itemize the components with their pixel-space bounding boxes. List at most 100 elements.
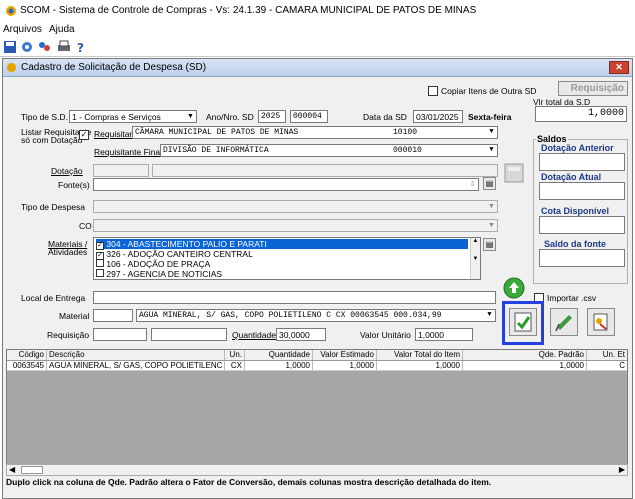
cell-un: CX	[225, 361, 245, 370]
col-codigo[interactable]: Código	[7, 350, 47, 360]
tipo-sd-label: Tipo de S.D.	[21, 112, 68, 122]
vlr-total-field: 1,0000	[535, 106, 627, 122]
cell-descricao: AGUA MINERAL, S/ GAS, COPO POLIETILENC	[47, 361, 225, 370]
listar-dotacao-checkbox[interactable]: ✓	[79, 130, 89, 140]
requisitante-final-select[interactable]: DIVISÃO DE INFORMÁTICA 000010 ▼	[160, 144, 498, 157]
document-icon	[593, 313, 608, 331]
scroll-thumb[interactable]	[21, 466, 43, 474]
dotacao-anterior-label: Dotação Anterior	[540, 143, 615, 153]
arrow-up-icon[interactable]	[503, 277, 525, 299]
list-scrollbar[interactable]: ▲ ▼	[470, 238, 480, 279]
col-quantidade[interactable]: Quantidade	[245, 350, 313, 360]
quantidade-label: Quantidade	[232, 330, 276, 340]
edit-item-button[interactable]	[550, 308, 578, 336]
cota-disponivel-label: Cota Disponível	[540, 206, 611, 216]
atividades-label: Atividades	[48, 247, 88, 257]
tipo-despesa-select[interactable]: ▼	[93, 200, 498, 213]
material-code-field[interactable]	[93, 309, 133, 322]
dotacao-atual-field	[539, 182, 625, 200]
settings-icon[interactable]	[20, 40, 34, 54]
edit-item-icon	[555, 315, 572, 332]
tipo-despesa-label: Tipo de Despesa	[21, 202, 85, 212]
col-descricao[interactable]: Descrição	[47, 350, 225, 360]
dotacao-atual-label: Dotação Atual	[540, 172, 603, 182]
dotacao-desc-field	[152, 164, 498, 177]
scroll-left-icon[interactable]: ◀	[9, 465, 15, 474]
requisicao-field[interactable]	[93, 328, 147, 341]
fonte-list-button[interactable]: ▤	[483, 177, 496, 190]
col-valor-total[interactable]: Valor Total do Item	[377, 350, 463, 360]
table-row[interactable]: 0063545 AGUA MINERAL, S/ GAS, COPO POLIE…	[7, 361, 627, 371]
cell-qde-padrao: 1,0000	[463, 361, 587, 370]
list-item[interactable]: ✓ 304 - ABASTECIMENTO PALIO E PARATI	[96, 239, 468, 250]
dotacao-field	[93, 164, 149, 177]
list-item[interactable]: 106 - ADOÇÃO DE PRAÇA	[96, 259, 210, 269]
requisicao-desc-field[interactable]	[151, 328, 227, 341]
items-table[interactable]: Código Descrição Un. Quantidade Valor Es…	[6, 349, 628, 475]
data-sd-field[interactable]: 03/01/2025	[413, 110, 463, 123]
cell-valor-total: 1,0000	[377, 361, 463, 370]
saldo-fonte-label: Saldo da fonte	[543, 239, 608, 249]
scroll-right-icon[interactable]: ▶	[619, 465, 625, 474]
save-icon[interactable]	[3, 40, 17, 54]
cell-codigo: 0063545	[7, 361, 47, 370]
chevron-down-icon: ▼	[488, 222, 495, 229]
ano-label: Ano/Nro. SD	[206, 112, 254, 122]
col-valor-estimado[interactable]: Valor Estimado	[313, 350, 377, 360]
close-button[interactable]: ✕	[609, 61, 629, 74]
requisicao-label: Requisição	[47, 330, 90, 340]
co-select[interactable]: ▼	[93, 219, 498, 232]
app-titlebar: SCOM - Sistema de Controle de Compras - …	[0, 0, 635, 22]
table-hscrollbar[interactable]: ◀ ▶	[6, 464, 628, 476]
menu-bar: Arquivos Ajuda	[0, 22, 635, 38]
app-title: SCOM - Sistema de Controle de Compras - …	[20, 5, 477, 16]
menu-arquivos[interactable]: Arquivos	[3, 24, 42, 35]
col-qde-padrao[interactable]: Qde. Padrão	[463, 350, 587, 360]
chevron-down-icon: ▼	[489, 128, 494, 136]
calculator-icon[interactable]	[503, 162, 525, 184]
requisicao-button[interactable]: Requisição	[558, 81, 628, 96]
weekday-label: Sexta-feira	[468, 112, 512, 122]
toolbar: ?	[0, 38, 635, 57]
menu-ajuda[interactable]: Ajuda	[49, 24, 75, 35]
dotacao-anterior-field	[539, 153, 625, 171]
valor-unitario-field[interactable]: 1,0000	[415, 328, 473, 341]
app-logo-icon	[6, 6, 16, 16]
users-icon[interactable]	[37, 40, 51, 54]
quantidade-field[interactable]: 30,0000	[276, 328, 326, 341]
help-icon[interactable]: ?	[74, 40, 88, 54]
materiais-list-button[interactable]: ▤	[483, 238, 496, 251]
nro-field[interactable]: 000004	[290, 110, 328, 123]
importar-csv-label: Importar .csv	[547, 293, 597, 303]
col-un[interactable]: Un.	[225, 350, 245, 360]
copiar-itens-checkbox[interactable]	[428, 86, 438, 96]
add-item-button[interactable]	[509, 308, 537, 336]
window-icon	[6, 62, 17, 73]
dotacao-label: Dotação	[51, 166, 83, 176]
data-sd-label: Data da SD	[363, 112, 407, 122]
listar-dotacao-label: só com Dotação	[21, 135, 83, 145]
ano-field[interactable]: 2025	[258, 110, 286, 123]
fonte-field[interactable]: ⇕	[93, 178, 479, 191]
materiais-listbox[interactable]: ✓ 304 - ABASTECIMENTO PALIO E PARATI ✓ 3…	[93, 237, 481, 280]
tipo-sd-select[interactable]: 1 - Compras e Serviços ▼	[69, 110, 197, 123]
requisitante-select[interactable]: CÂMARA MUNICIPAL DE PATOS DE MINAS 10100 ▼	[132, 126, 498, 139]
requisitante-final-label: Requisitante Final	[94, 147, 163, 157]
spinner-icon: ⇕	[469, 181, 476, 188]
print-icon[interactable]	[57, 40, 71, 54]
child-title: Cadastro de Solicitação de Despesa (SD)	[21, 62, 207, 73]
material-select[interactable]: AGUA MINERAL, S/ GAS, COPO POLIETILENO C…	[136, 309, 496, 322]
saldo-fonte-field	[539, 249, 625, 267]
local-entrega-field[interactable]	[93, 291, 496, 304]
child-titlebar: Cadastro de Solicitação de Despesa (SD) …	[3, 59, 632, 77]
add-item-icon	[514, 312, 532, 332]
list-item[interactable]: 297 - AGENCIA DE NOTICIAS	[96, 269, 222, 279]
local-entrega-label: Local de Entrega	[21, 293, 86, 303]
cadastro-sd-window: Cadastro de Solicitação de Despesa (SD) …	[2, 58, 633, 499]
list-item[interactable]: ✓ 326 - ADOÇÃO CANTEIRO CENTRAL	[96, 249, 253, 260]
table-header: Código Descrição Un. Quantidade Valor Es…	[7, 350, 627, 361]
clear-item-button[interactable]	[587, 308, 615, 336]
chevron-down-icon: ▼	[487, 311, 492, 319]
col-un-et[interactable]: Un. Et	[587, 350, 627, 360]
valor-unitario-label: Valor Unitário	[360, 330, 411, 340]
